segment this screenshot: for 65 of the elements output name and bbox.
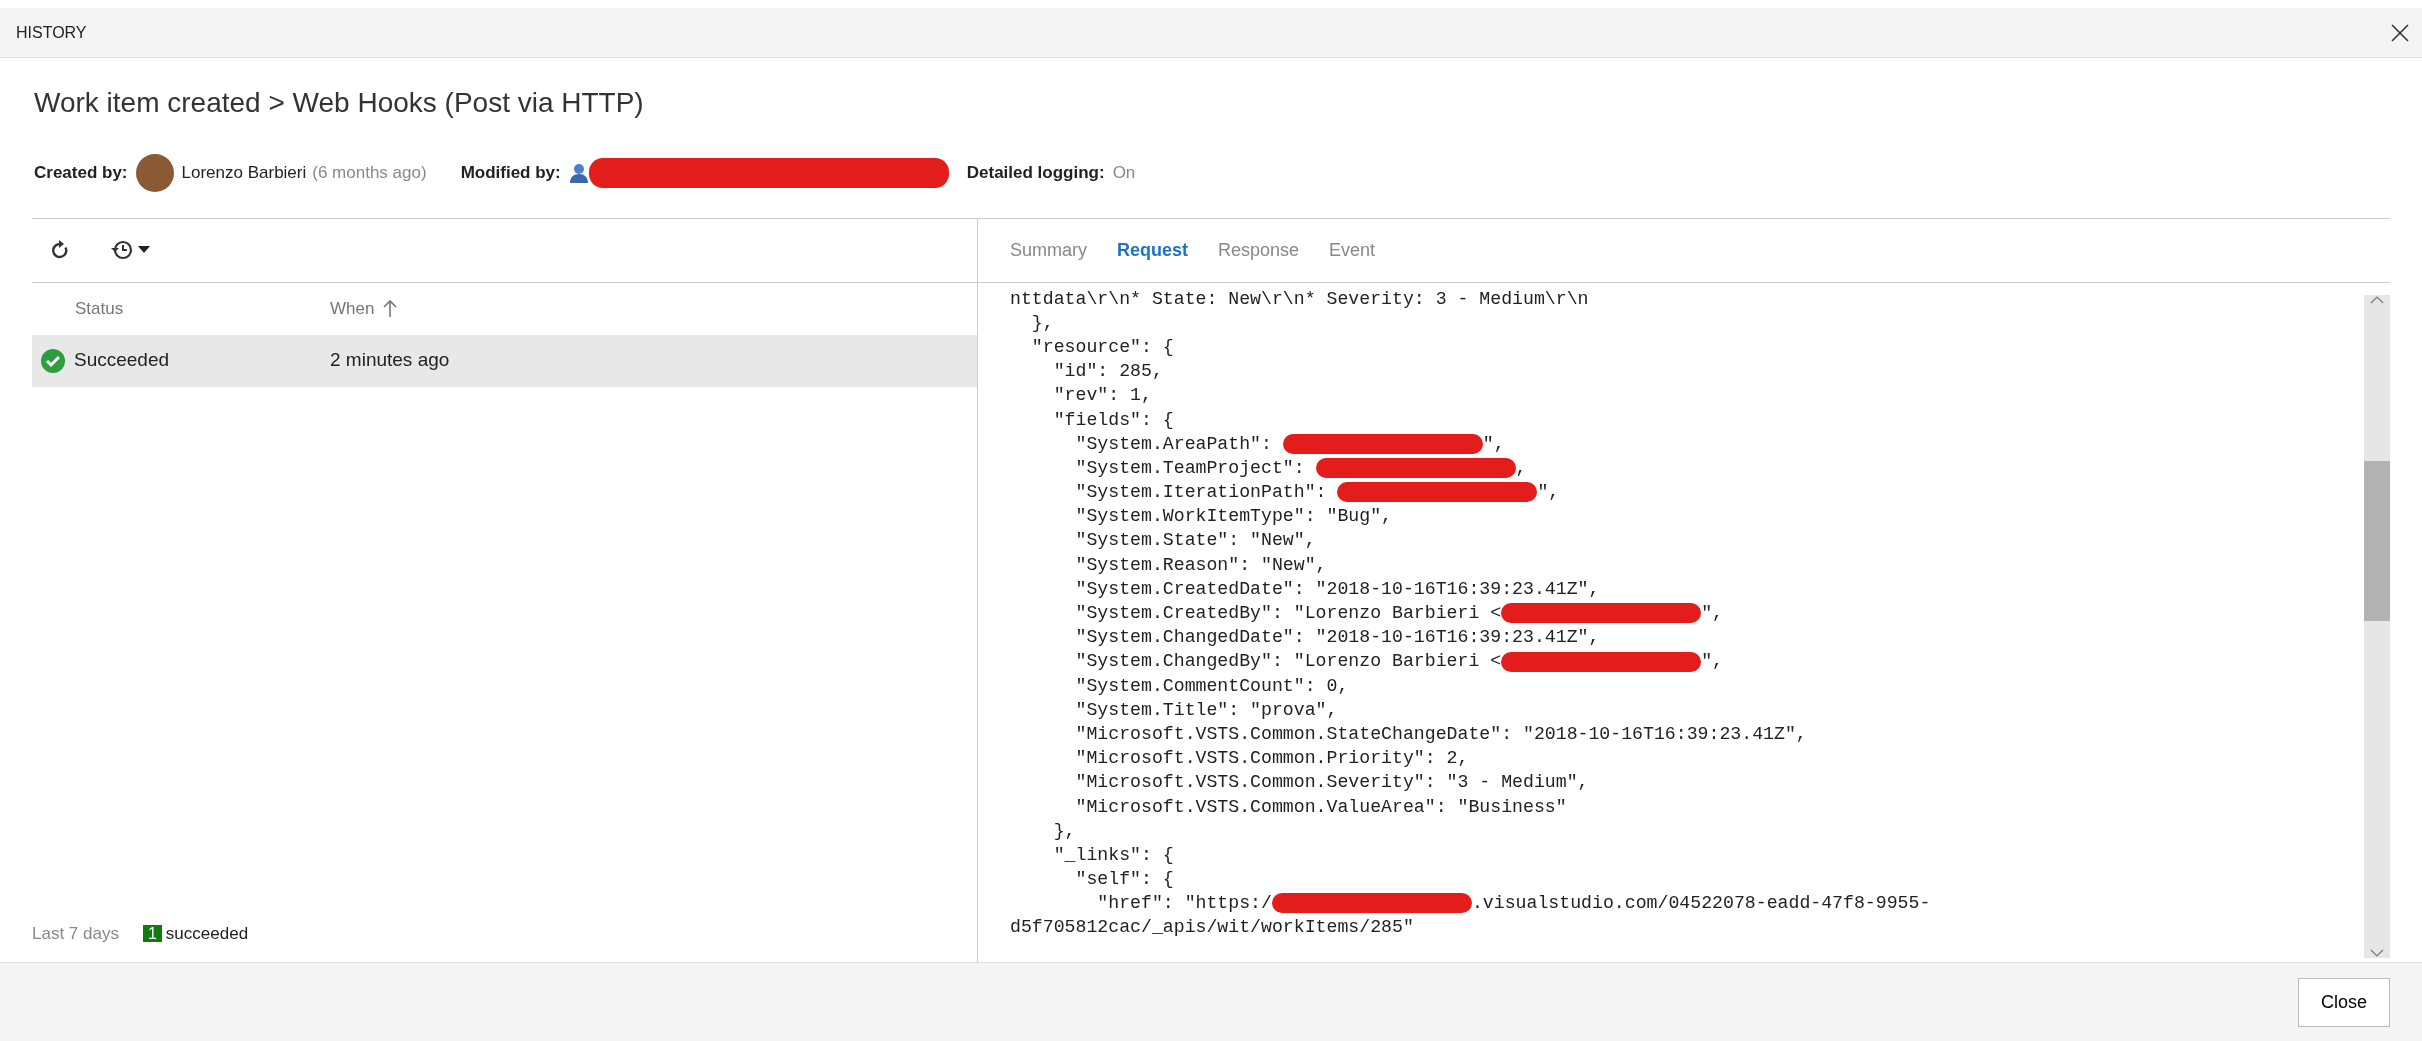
scrollbar-thumb[interactable] bbox=[2364, 461, 2390, 622]
page-heading: Work item created > Web Hooks (Post via HTTP) bbox=[34, 86, 645, 120]
check-circle-icon bbox=[40, 347, 66, 374]
history-menu-button[interactable] bbox=[110, 239, 150, 262]
code-line: "Microsoft.VSTS.Common.Priority": 2, bbox=[1074, 747, 1470, 771]
code-line: nttdata\r\n* State: New\r\n* Severity: 3 - Medium\r\n bbox=[1010, 287, 1590, 311]
code-line: "System.Title": "prova", bbox=[1074, 698, 1339, 722]
tab[interactable]: Event bbox=[1329, 236, 1376, 264]
code-line: "_links": { bbox=[1052, 843, 1175, 867]
code-line: "System.CreatedDate": "2018-10-16T16:39:23.41Z", bbox=[1074, 577, 1601, 601]
detailed-logging-value: On bbox=[1112, 161, 1136, 184]
succeeded-label: succeeded bbox=[165, 924, 249, 944]
code-text: "System.IterationPath": bbox=[1074, 482, 1328, 503]
code-text: ", bbox=[1701, 651, 1723, 672]
created-by-label: Created by: bbox=[34, 161, 128, 184]
close-button[interactable]: Close bbox=[2297, 977, 2390, 1027]
column-header[interactable]: When bbox=[330, 295, 375, 322]
count-badge: 1 bbox=[142, 925, 162, 943]
close-icon[interactable] bbox=[2390, 22, 2410, 43]
code-text: ", bbox=[1482, 433, 1505, 454]
close-x-icon bbox=[2390, 22, 2410, 43]
code-line: "resource": { bbox=[1030, 335, 1175, 359]
dialog-title: HISTORY bbox=[16, 22, 87, 43]
created-by-name: Lorenzo Barbieri bbox=[181, 161, 307, 184]
code-line: "System.Reason": "New", bbox=[1074, 553, 1328, 577]
code-text: "System.ChangedBy": "Lorenzo Barbieri < bbox=[1074, 651, 1502, 672]
tab[interactable]: Response bbox=[1218, 236, 1300, 264]
user-icon bbox=[568, 161, 589, 184]
code-line: "System.CommentCount": 0, bbox=[1074, 674, 1350, 698]
created-time: (6 months ago) bbox=[312, 161, 427, 184]
scroll-up-icon[interactable] bbox=[2370, 294, 2384, 305]
code-line: "rev": 1, bbox=[1052, 384, 1153, 408]
table-row[interactable]: Succeeded 2 minutes ago bbox=[32, 334, 977, 387]
code-line: "System.ChangedDate": "2018-10-16T16:39:23.41Z", bbox=[1074, 626, 1601, 650]
code-text: "System.TeamProject": bbox=[1074, 457, 1306, 478]
tab[interactable]: Summary bbox=[1010, 236, 1087, 264]
tab[interactable]: Request bbox=[1117, 236, 1189, 264]
modified-by-label: Modified by: bbox=[460, 161, 561, 184]
code-line: }, bbox=[1030, 311, 1055, 335]
code-line: "Microsoft.VSTS.Common.ValueArea": "Business" bbox=[1074, 795, 1568, 819]
code-text: , bbox=[1515, 457, 1527, 478]
code-text: ", bbox=[1537, 482, 1560, 503]
code-line: "fields": { bbox=[1052, 408, 1175, 432]
code-line: "Microsoft.VSTS.Common.StateChangeDate": "2018-10-16T16:39:23.41Z", bbox=[1074, 722, 1808, 746]
period-label: Last 7 days bbox=[32, 923, 119, 946]
status-text: Succeeded bbox=[74, 348, 170, 373]
caret-icon bbox=[138, 246, 150, 255]
code-line: }, bbox=[1052, 819, 1077, 843]
code-line: d5f705812cac/_apis/wit/workItems/285" bbox=[1010, 916, 1415, 940]
code-text: "System.AreaPath": bbox=[1074, 433, 1273, 454]
code-text: ", bbox=[1701, 603, 1723, 624]
scroll-down-icon[interactable] bbox=[2370, 948, 2384, 958]
code-line: "self": { bbox=[1074, 868, 1175, 892]
time-text: 2 minutes ago bbox=[330, 348, 450, 373]
column-header[interactable]: Status bbox=[75, 295, 124, 322]
code-line: "System.State": "New", bbox=[1074, 529, 1317, 553]
code-text: "System.CreatedBy": "Lorenzo Barbieri < bbox=[1074, 603, 1502, 624]
code-line: "id": 285, bbox=[1052, 360, 1164, 384]
code-text: .visualstudio.com/04522078-eadd-47f8-9955- bbox=[1471, 893, 1931, 914]
code-line: "System.WorkItemType": "Bug", bbox=[1074, 505, 1393, 529]
clock-icon bbox=[110, 239, 134, 262]
avatar-circle bbox=[135, 153, 174, 192]
code-text: "href": "https:/ bbox=[1096, 893, 1272, 914]
code-line: "Microsoft.VSTS.Common.Severity": "3 - Medium", bbox=[1074, 771, 1590, 795]
detailed-logging-label: Detailed logging: bbox=[966, 161, 1105, 184]
